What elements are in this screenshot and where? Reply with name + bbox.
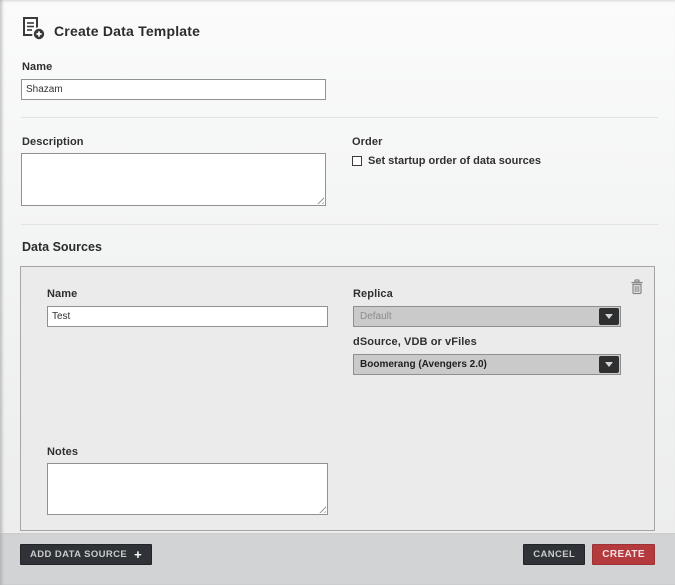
page-title: Create Data Template (54, 23, 200, 39)
chevron-down-icon (605, 314, 613, 319)
dialog-header: Create Data Template (20, 15, 200, 47)
create-template-document-plus-icon (20, 15, 47, 47)
chevron-down-icon (605, 362, 613, 367)
notes-textarea-wrap (47, 463, 328, 515)
replica-select[interactable]: Default (353, 306, 621, 327)
replica-label: Replica (353, 288, 393, 300)
data-source-card: Name Replica Default dSource, VDB or vFi… (20, 266, 655, 531)
name-label: Name (22, 61, 52, 73)
create-button[interactable]: CREATE (592, 544, 655, 565)
add-data-source-button[interactable]: ADD DATA SOURCE + (20, 544, 152, 565)
dsource-select[interactable]: Boomerang (Avengers 2.0) (353, 354, 621, 375)
plus-icon: + (134, 548, 142, 561)
ds-name-label: Name (47, 288, 77, 300)
footer-action-buttons: CANCEL CREATE (523, 544, 655, 565)
create-data-template-dialog: Create Data Template Name Description Or… (0, 0, 675, 585)
description-label: Description (22, 136, 84, 148)
ds-name-input[interactable] (47, 306, 328, 327)
divider (21, 224, 658, 225)
dsource-dropdown-button[interactable] (599, 356, 619, 373)
startup-order-checkbox-label: Set startup order of data sources (368, 155, 541, 167)
description-textarea-wrap (21, 153, 326, 206)
replica-dropdown-button[interactable] (599, 308, 619, 325)
delete-data-source-button[interactable] (630, 279, 644, 295)
description-textarea[interactable] (21, 153, 326, 206)
name-input[interactable] (21, 79, 326, 100)
notes-textarea[interactable] (47, 463, 328, 515)
startup-order-checkbox[interactable] (352, 156, 362, 166)
order-label: Order (352, 136, 382, 148)
dialog-footer: ADD DATA SOURCE + CANCEL CREATE (0, 533, 675, 585)
notes-label: Notes (47, 446, 78, 458)
cancel-button[interactable]: CANCEL (523, 544, 585, 565)
data-sources-section-title: Data Sources (22, 240, 102, 254)
startup-order-option[interactable]: Set startup order of data sources (352, 155, 541, 167)
replica-selected-value: Default (354, 311, 598, 322)
dsource-selected-value: Boomerang (Avengers 2.0) (354, 359, 598, 370)
add-data-source-label: ADD DATA SOURCE (30, 549, 127, 560)
dsource-label: dSource, VDB or vFiles (353, 336, 477, 348)
divider (21, 117, 658, 118)
